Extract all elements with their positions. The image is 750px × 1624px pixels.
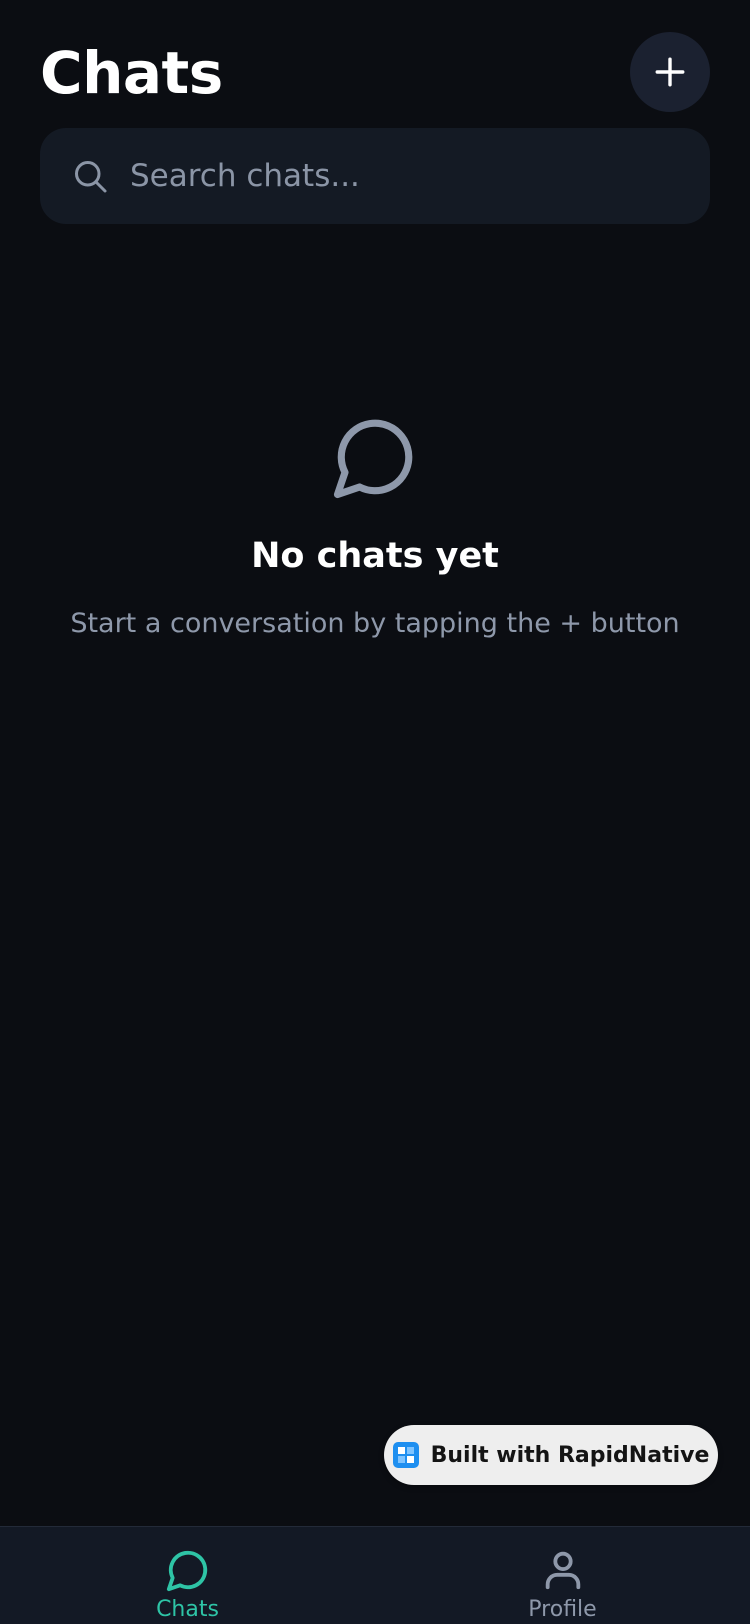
tab-profile[interactable]: Profile xyxy=(375,1527,750,1624)
tab-chats[interactable]: Chats xyxy=(0,1527,375,1624)
tab-profile-label: Profile xyxy=(528,1597,597,1622)
page-title: Chats xyxy=(40,39,223,107)
search-icon xyxy=(75,161,107,193)
empty-state-subtitle: Start a conversation by tapping the + bu… xyxy=(70,608,680,639)
chats-screen: Chats No chats yet Start a conversation … xyxy=(0,0,750,1624)
plus-icon xyxy=(655,57,685,87)
built-with-label: Built with RapidNative xyxy=(430,1442,710,1468)
search-input[interactable] xyxy=(130,146,710,206)
empty-state: No chats yet Start a conversation by tap… xyxy=(0,412,750,639)
new-chat-button[interactable] xyxy=(630,32,710,112)
user-icon xyxy=(545,1551,580,1590)
search-bar[interactable] xyxy=(40,128,710,224)
chat-bubble-icon xyxy=(166,1550,207,1592)
empty-state-title: No chats yet xyxy=(251,536,499,576)
tab-chats-label: Chats xyxy=(156,1597,219,1622)
rapidnative-logo-icon xyxy=(392,1442,419,1468)
bottom-tab-bar: Chats Profile xyxy=(0,1526,750,1624)
chat-bubble-icon xyxy=(333,419,413,499)
built-with-badge[interactable]: Built with RapidNative xyxy=(384,1425,718,1485)
